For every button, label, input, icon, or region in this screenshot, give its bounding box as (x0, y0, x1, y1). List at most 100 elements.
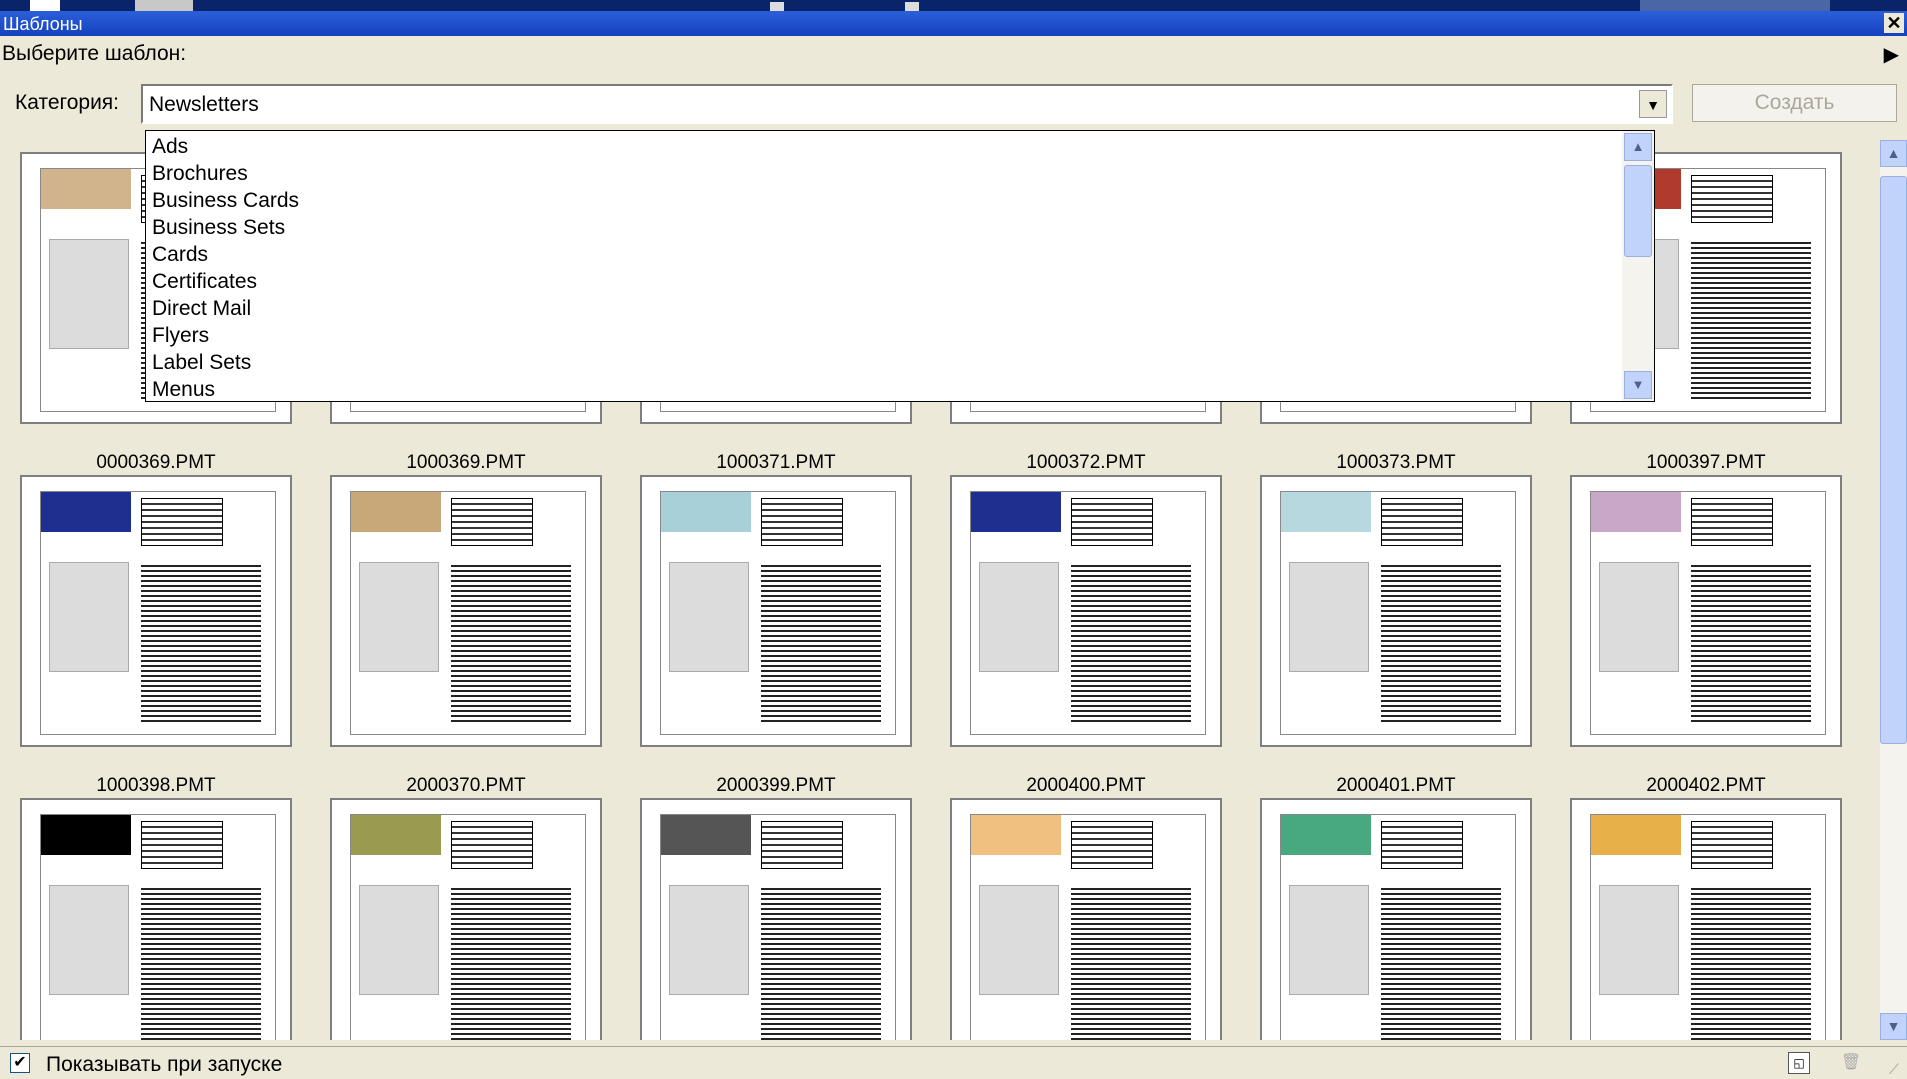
template-filename: 1000398.PMT (96, 775, 216, 796)
template-preview-page (1280, 491, 1516, 735)
preview-text-columns (451, 885, 571, 1040)
templates-dialog: Шаблоны ✕ Выберите шаблон: ▶ Категория: … (0, 0, 1907, 1079)
preview-text-columns (1381, 562, 1501, 722)
category-option[interactable]: Business Cards (152, 187, 299, 214)
template-thumbnail[interactable] (1260, 475, 1532, 747)
scroll-up-icon[interactable]: ▲ (1624, 133, 1652, 161)
template-preview-page (1590, 491, 1826, 735)
template-preview-page (660, 491, 896, 735)
preview-callout-box (1381, 498, 1463, 546)
template-thumbnail[interactable] (950, 475, 1222, 747)
show-on-startup-label: Показывать при запуске (46, 1053, 283, 1076)
category-option[interactable]: Direct Mail (152, 295, 299, 322)
template-filename: 2000401.PMT (1336, 775, 1456, 796)
preview-accent-block (351, 815, 441, 855)
preview-callout-box (1691, 175, 1773, 223)
show-on-startup-checkbox[interactable]: ✔ (10, 1053, 30, 1073)
create-button[interactable]: Создать (1692, 84, 1897, 122)
background-window-strip (0, 0, 1907, 11)
category-option[interactable]: Cards (152, 241, 299, 268)
template-thumbnail[interactable] (330, 475, 602, 747)
window-title: Шаблоны (3, 14, 83, 34)
category-select[interactable]: Newsletters ▼ (141, 84, 1673, 124)
preview-image-placeholder (979, 885, 1059, 995)
template-filename: 2000400.PMT (1026, 775, 1146, 796)
preview-accent-block (1281, 492, 1371, 532)
preview-callout-box (141, 821, 223, 869)
preview-text-columns (1691, 885, 1811, 1040)
scrollbar-thumb[interactable] (1880, 176, 1907, 744)
template-preview-page (1280, 814, 1516, 1040)
template-thumbnail[interactable] (20, 475, 292, 747)
category-option[interactable]: Flyers (152, 322, 299, 349)
template-thumbnail[interactable] (640, 798, 912, 1040)
template-filename: 2000402.PMT (1646, 775, 1766, 796)
template-thumbnail[interactable] (950, 798, 1222, 1040)
template-thumbnail[interactable] (640, 475, 912, 747)
template-thumbnail[interactable] (1570, 798, 1842, 1040)
preview-accent-block (1591, 815, 1681, 855)
preview-accent-block (971, 815, 1061, 855)
preview-callout-box (451, 498, 533, 546)
preview-callout-box (141, 498, 223, 546)
background-fragment (30, 0, 60, 11)
delete-icon[interactable]: 🗑 (1840, 1052, 1862, 1074)
preview-image-placeholder (49, 239, 129, 349)
close-icon[interactable]: ✕ (1884, 13, 1904, 33)
preview-callout-box (1691, 821, 1773, 869)
preview-accent-block (41, 169, 131, 209)
background-fragment (1640, 0, 1830, 11)
preview-text-columns (141, 562, 261, 722)
preview-text-columns (761, 885, 881, 1040)
preview-accent-block (351, 492, 441, 532)
template-filename: 1000372.PMT (1026, 452, 1146, 473)
preview-accent-block (1591, 492, 1681, 532)
preview-image-placeholder (359, 562, 439, 672)
preview-accent-block (1281, 815, 1371, 855)
template-thumbnail[interactable] (1570, 475, 1842, 747)
template-thumbnail[interactable] (20, 798, 292, 1040)
category-option[interactable]: Certificates (152, 268, 299, 295)
template-preview-page (660, 814, 896, 1040)
background-fragment (135, 0, 193, 11)
category-label: Категория: (15, 91, 120, 114)
category-selected-value: Newsletters (149, 93, 259, 116)
category-option[interactable]: Brochures (152, 160, 299, 187)
preview-callout-box (1071, 821, 1153, 869)
gallery-scrollbar[interactable]: ▲ ▼ (1880, 140, 1907, 1040)
scroll-down-icon[interactable]: ▼ (1624, 371, 1652, 399)
category-option[interactable]: Menus (152, 376, 299, 403)
template-thumbnail[interactable] (330, 798, 602, 1040)
preview-text-columns (761, 562, 881, 722)
scroll-down-icon[interactable]: ▼ (1880, 1013, 1907, 1040)
new-window-icon[interactable]: ◱ (1788, 1052, 1810, 1074)
background-fragment (770, 2, 784, 11)
preview-image-placeholder (669, 562, 749, 672)
preview-callout-box (761, 498, 843, 546)
template-preview-page (40, 814, 276, 1040)
category-dropdown-list[interactable]: Ads Brochures Business Cards Business Sets C… (145, 130, 1655, 402)
scroll-up-icon[interactable]: ▲ (1880, 140, 1907, 167)
template-filename: 1000369.PMT (406, 452, 526, 473)
expand-arrow-icon[interactable]: ▶ (1884, 42, 1899, 67)
template-preview-page (350, 491, 586, 735)
chevron-down-icon[interactable]: ▼ (1639, 90, 1667, 118)
preview-image-placeholder (669, 885, 749, 995)
category-option[interactable]: Business Sets (152, 214, 299, 241)
template-thumbnail[interactable] (1260, 798, 1532, 1040)
background-fragment (905, 2, 919, 11)
category-option[interactable]: Ads (152, 133, 299, 160)
preview-callout-box (1071, 498, 1153, 546)
resize-grip-icon[interactable]: ⟋ (1889, 1061, 1907, 1079)
category-option[interactable]: Label Sets (152, 349, 299, 376)
template-preview-page (350, 814, 586, 1040)
dropdown-scrollbar[interactable]: ▲ ▼ (1622, 131, 1654, 401)
preview-image-placeholder (359, 885, 439, 995)
template-filename: 2000399.PMT (716, 775, 836, 796)
scrollbar-thumb[interactable] (1624, 165, 1652, 257)
template-filename: 2000370.PMT (406, 775, 526, 796)
template-filename: 1000397.PMT (1646, 452, 1766, 473)
choose-template-label: Выберите шаблон: (2, 42, 187, 65)
preview-text-columns (1071, 885, 1191, 1040)
preview-accent-block (661, 492, 751, 532)
